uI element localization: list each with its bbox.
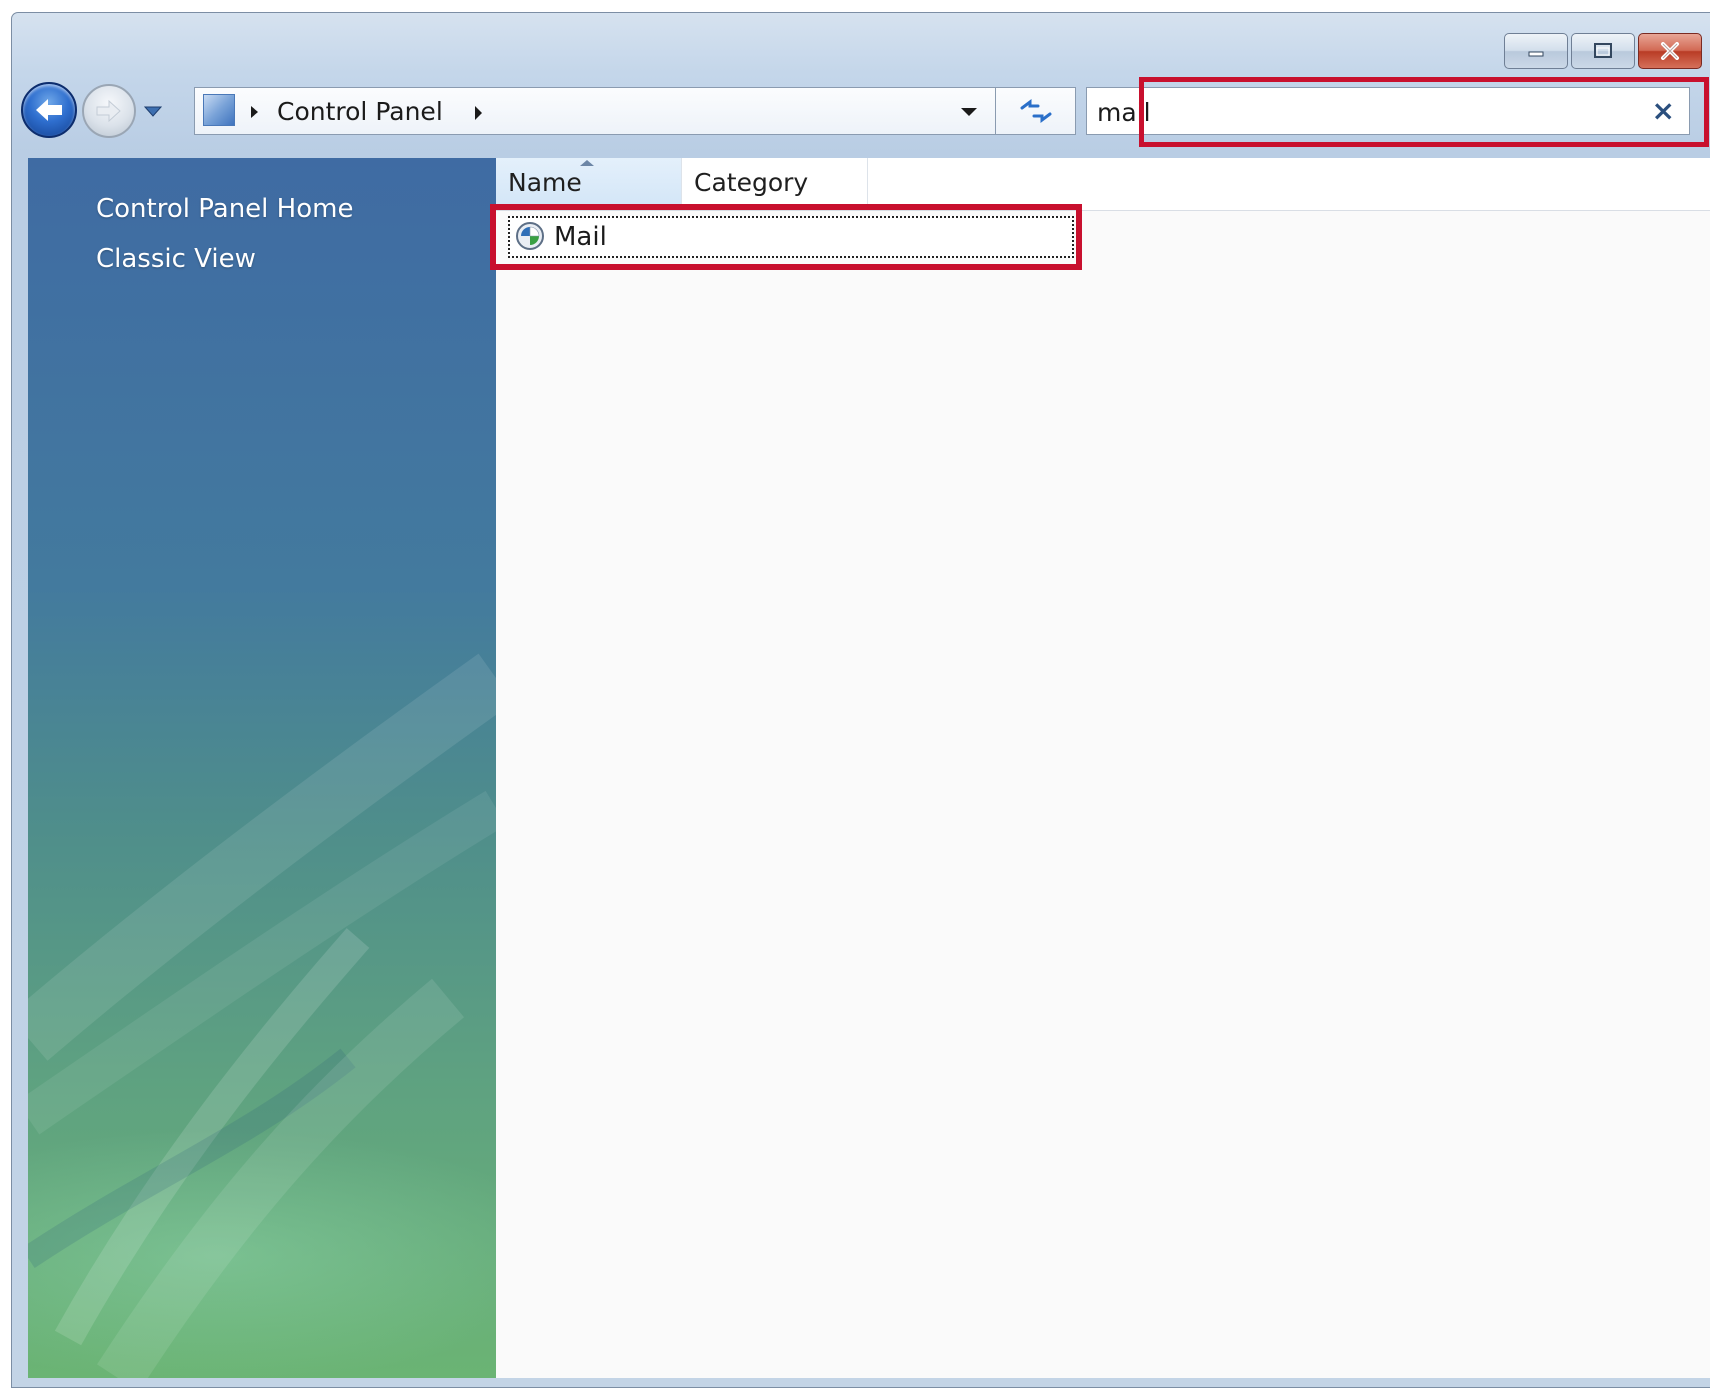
sidebar-background-swoosh: [28, 653, 496, 1378]
clear-search-icon[interactable]: ×: [1652, 94, 1675, 128]
address-bar[interactable]: Control Panel: [194, 87, 1076, 135]
navigation-bar: Control Panel mail ×: [18, 70, 1710, 146]
forward-arrow-icon: [96, 99, 121, 123]
chevron-down-icon[interactable]: [961, 108, 977, 116]
column-header-category[interactable]: Category: [682, 158, 868, 210]
list-item-mail[interactable]: Mail: [508, 216, 1074, 258]
search-query[interactable]: mail: [1097, 98, 1151, 127]
sort-ascending-icon: [580, 160, 594, 166]
refresh-icon: [1020, 99, 1052, 123]
column-header-category-label: Category: [694, 168, 809, 197]
close-button[interactable]: [1638, 33, 1702, 69]
breadcrumb-separator-icon[interactable]: [251, 106, 258, 118]
breadcrumb-chevron-icon[interactable]: [475, 106, 482, 120]
breadcrumb-control-panel[interactable]: Control Panel: [277, 97, 443, 126]
column-header-name-label: Name: [508, 168, 582, 197]
minimize-icon: [1528, 51, 1544, 57]
list-item-label: Mail: [554, 222, 607, 252]
control-panel-icon: [203, 94, 235, 126]
column-header-row: Name Category: [496, 158, 1710, 211]
task-pane: Control Panel Home Classic View: [28, 158, 496, 1378]
sidebar-link-control-panel-home[interactable]: Control Panel Home: [96, 194, 353, 224]
history-dropdown-button[interactable]: [142, 102, 164, 120]
back-button[interactable]: [21, 82, 77, 138]
sidebar-links: Control Panel Home Classic View: [96, 194, 353, 294]
back-arrow-icon: [36, 99, 62, 121]
sidebar-link-classic-view[interactable]: Classic View: [96, 244, 353, 274]
maximize-icon: [1594, 43, 1612, 58]
maximize-button[interactable]: [1571, 33, 1635, 69]
mail-icon: [516, 222, 544, 250]
refresh-button[interactable]: [995, 88, 1076, 134]
search-input[interactable]: mail ×: [1086, 87, 1690, 135]
forward-button[interactable]: [82, 84, 136, 138]
column-header-name[interactable]: Name: [496, 158, 682, 210]
history-dropdown-icon: [143, 106, 163, 117]
results-list: Name Category Mail: [496, 158, 1710, 1378]
caption-buttons: [1504, 33, 1702, 69]
close-icon: [1661, 42, 1679, 60]
minimize-button[interactable]: [1504, 33, 1568, 69]
